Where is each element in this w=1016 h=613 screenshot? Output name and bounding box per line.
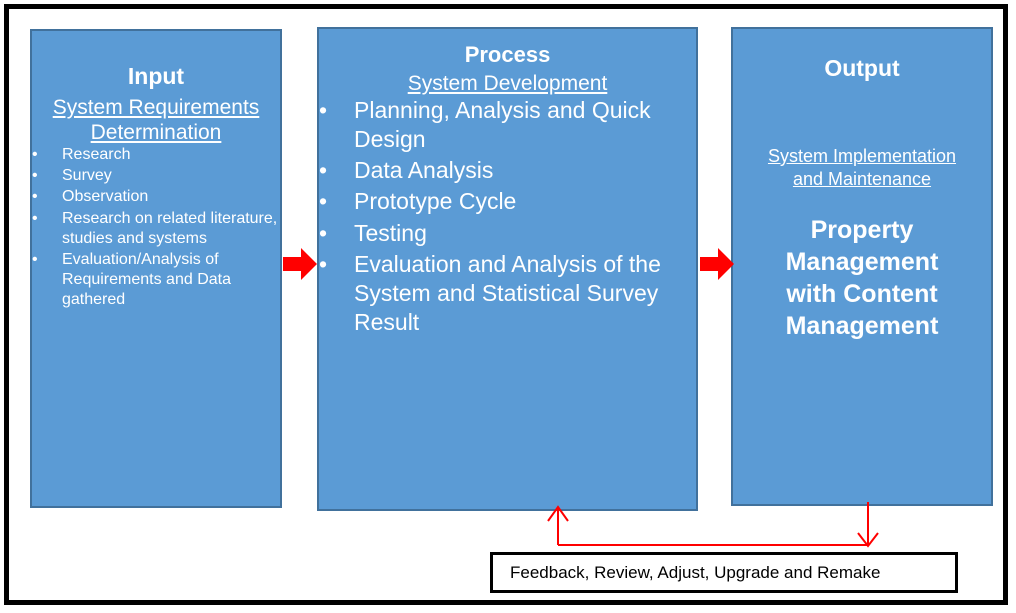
list-item: Evaluation/Analysis of Requirements and …	[32, 250, 280, 310]
feedback-loop-connector	[547, 502, 879, 548]
output-box-subtitle: System Implementation and Maintenance	[767, 145, 957, 190]
output-box-highlight: Property Management with Content Managem…	[785, 215, 939, 340]
output-box-title: Output	[824, 55, 900, 81]
arrow-process-to-output-icon	[700, 248, 734, 280]
feedback-text-label: Feedback, Review, Adjust, Upgrade and Re…	[510, 562, 881, 582]
list-item: Prototype Cycle	[319, 187, 696, 216]
process-box: Process System Development Planning, Ana…	[317, 27, 698, 511]
list-item: Survey	[32, 166, 280, 186]
output-box: Output System Implementation and Mainten…	[731, 27, 993, 506]
list-item: Testing	[319, 219, 696, 248]
list-item: Research	[32, 145, 280, 165]
list-item: Research on related literature, studies …	[32, 209, 280, 249]
arrow-input-to-process-icon	[283, 248, 317, 280]
diagram-canvas: Input System Requirements Determination …	[0, 0, 1016, 613]
input-box: Input System Requirements Determination …	[30, 29, 282, 508]
process-box-title: Process	[464, 42, 551, 67]
input-box-title: Input	[127, 63, 185, 89]
list-item: Planning, Analysis and Quick Design	[319, 96, 696, 154]
process-box-subtitle: System Development	[407, 71, 608, 95]
list-item: Data Analysis	[319, 156, 696, 185]
list-item: Evaluation and Analysis of the System an…	[319, 250, 696, 338]
list-item: Observation	[32, 187, 280, 207]
feedback-text-box: Feedback, Review, Adjust, Upgrade and Re…	[490, 552, 958, 593]
input-box-bullet-list: Research Survey Observation Research on …	[32, 145, 280, 310]
process-box-bullet-list: Planning, Analysis and Quick Design Data…	[319, 96, 696, 338]
input-box-subtitle: System Requirements Determination	[52, 95, 260, 144]
